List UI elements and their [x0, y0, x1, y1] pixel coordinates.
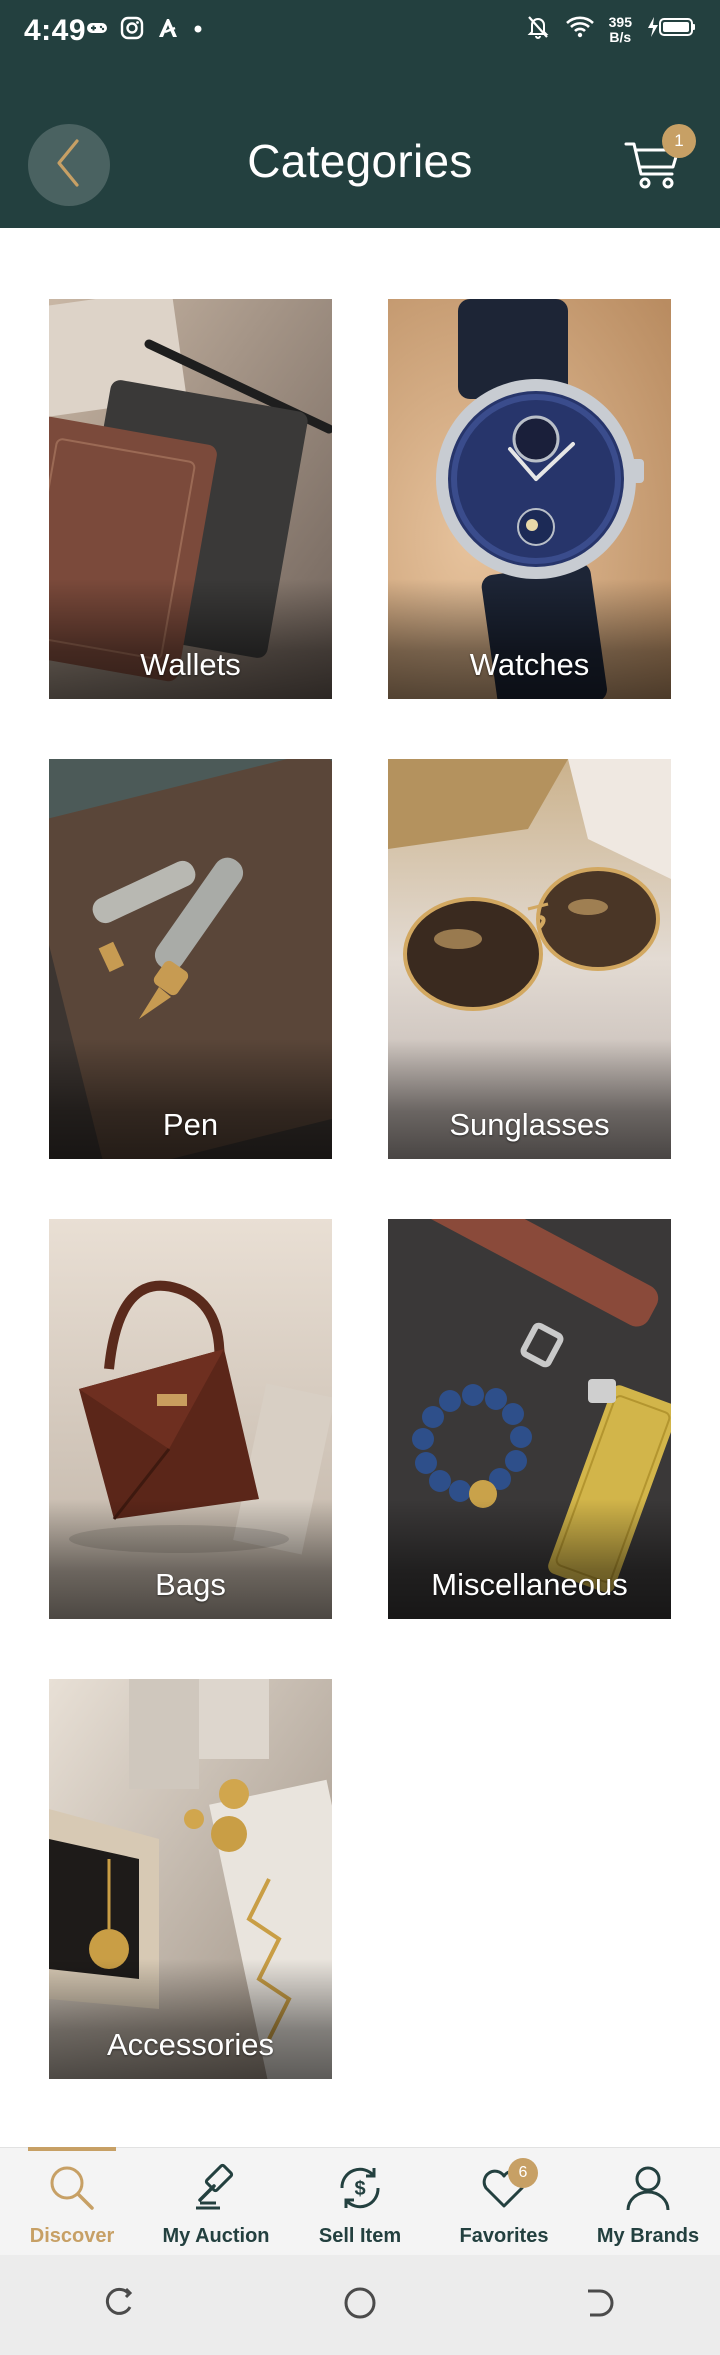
nav-label: Sell Item — [318, 2225, 402, 2247]
nav-item-favorites[interactable]: 6 Favorites — [432, 2148, 576, 2255]
battery-charging-icon — [646, 15, 696, 44]
category-card-watches[interactable]: Watches — [388, 299, 671, 699]
mute-bell-icon — [525, 14, 551, 45]
nav-item-sell-item[interactable]: $ Sell Item — [288, 2148, 432, 2255]
category-card-bags[interactable]: Bags — [49, 1219, 332, 1619]
net-speed: 395 B/s — [608, 13, 632, 45]
status-time: 4:49 — [24, 14, 87, 47]
system-nav-bar — [0, 2255, 720, 2355]
category-card-sunglasses[interactable]: Sunglasses — [388, 759, 671, 1159]
category-label: Pen — [162, 1107, 219, 1142]
nav-label: My Auction — [162, 2225, 270, 2247]
recents-icon[interactable] — [100, 2283, 140, 2328]
dot-icon — [192, 22, 204, 40]
gamepad-icon — [86, 20, 108, 41]
back-nav-icon[interactable] — [580, 2283, 620, 2328]
search-icon — [46, 2162, 98, 2219]
net-speed-unit: B/s — [609, 28, 632, 45]
nav-label: Discover — [29, 2225, 115, 2247]
favorites-count-badge: 6 — [508, 2158, 538, 2188]
app: 4:49 395 B/s Categories 1 Wallets Watche… — [0, 0, 720, 2355]
category-card-pen[interactable]: Pen — [49, 759, 332, 1159]
status-right-icons: 395 B/s — [525, 14, 696, 45]
category-label: Sunglasses — [449, 1107, 610, 1142]
bottom-nav: Discover My Auction $ Sell Item 6 Favori… — [0, 2147, 720, 2255]
category-label: Bags — [155, 1567, 226, 1602]
nav-label: Favorites — [459, 2225, 549, 2247]
status-bar: 4:49 395 B/s — [0, 0, 720, 64]
cart-button[interactable]: 1 — [622, 124, 696, 200]
nav-item-discover[interactable]: Discover — [0, 2147, 144, 2255]
nav-item-my-auction[interactable]: My Auction — [144, 2148, 288, 2255]
page-title: Categories — [247, 135, 473, 187]
cart-count-badge: 1 — [662, 124, 696, 158]
gavel-icon — [190, 2162, 242, 2219]
home-icon[interactable] — [340, 2283, 380, 2328]
category-label: Wallets — [140, 647, 241, 682]
svg-text:$: $ — [354, 2178, 365, 2200]
app-a-icon — [156, 16, 180, 45]
category-label: Watches — [469, 647, 590, 682]
category-label: Miscellaneous — [431, 1567, 628, 1602]
instagram-icon — [120, 16, 144, 45]
dollar-exchange-icon: $ — [334, 2162, 386, 2219]
category-card-wallets[interactable]: Wallets — [49, 299, 332, 699]
cart-icon — [622, 142, 686, 198]
user-icon — [622, 2162, 674, 2219]
status-left-icons — [86, 16, 204, 45]
app-header: 4:49 395 B/s Categories 1 — [0, 0, 720, 228]
nav-label: My Brands — [596, 2225, 700, 2247]
wifi-icon — [565, 15, 595, 44]
category-label: Accessories — [106, 2027, 275, 2062]
category-card-miscellaneous[interactable]: Miscellaneous — [388, 1219, 671, 1619]
category-card-accessories[interactable]: Accessories — [49, 1679, 332, 2079]
net-speed-value: 395 — [608, 13, 632, 30]
nav-item-my-brands[interactable]: My Brands — [576, 2148, 720, 2255]
